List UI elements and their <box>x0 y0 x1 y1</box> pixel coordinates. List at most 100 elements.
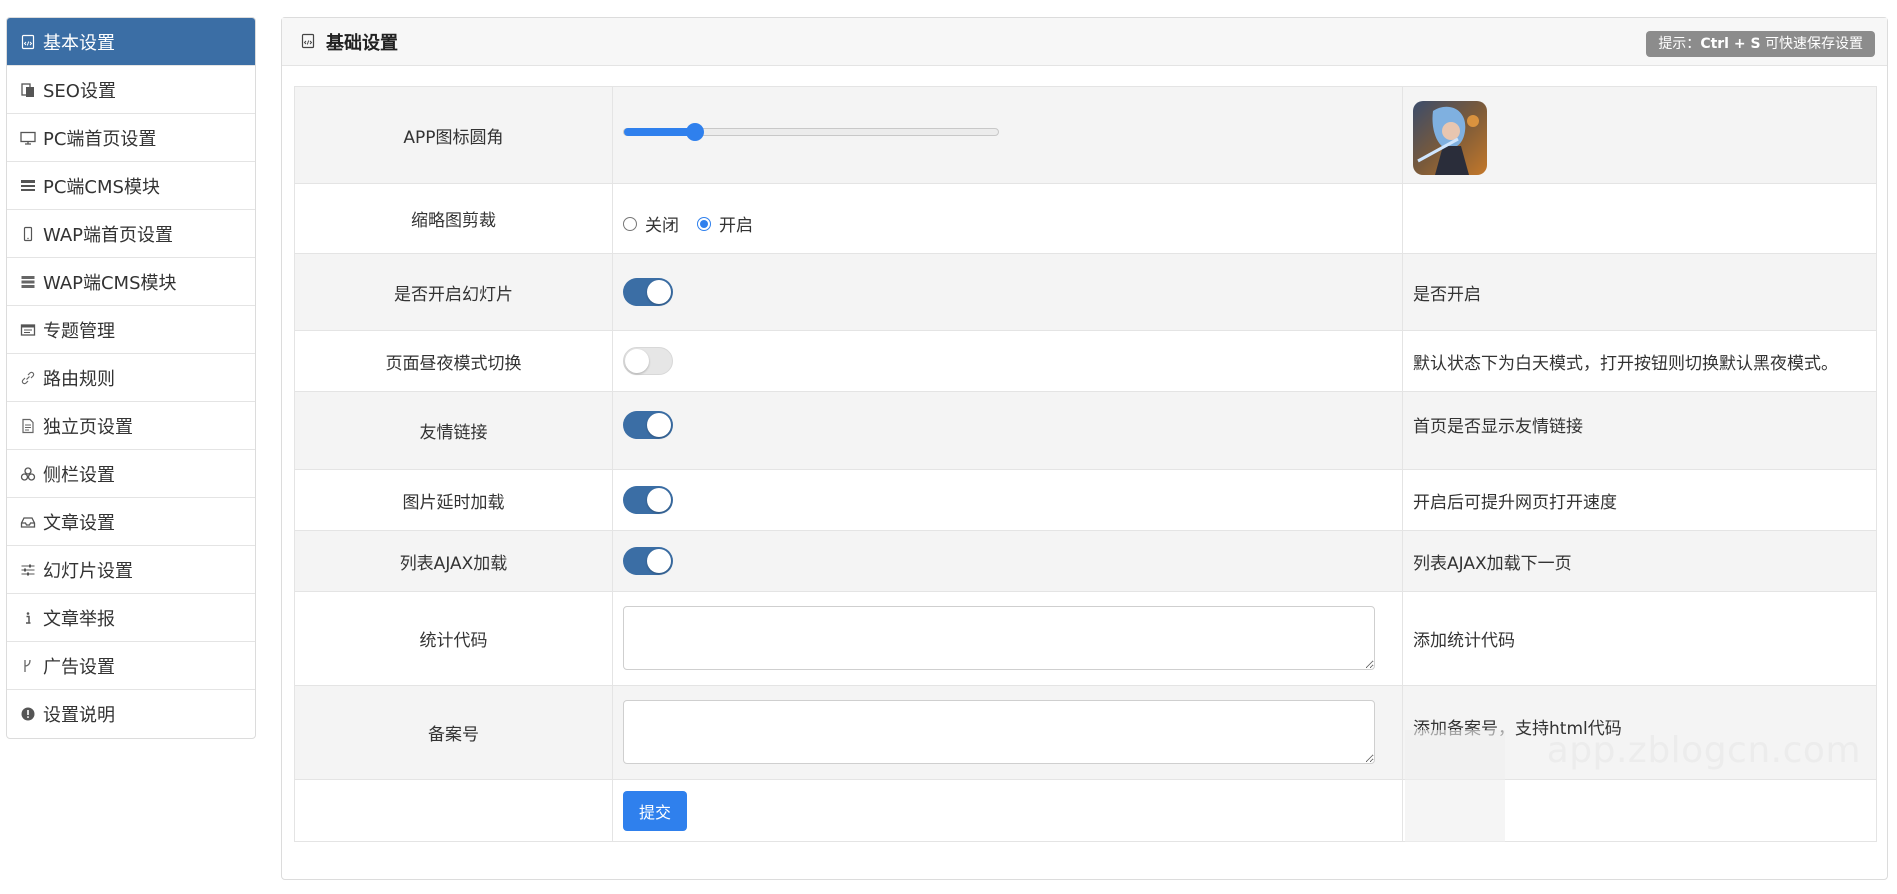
row-note: 是否开启 <box>1402 253 1877 331</box>
row-label: 是否开启幻灯片 <box>294 253 613 331</box>
window-icon <box>19 321 37 339</box>
sidebar-item-label: WAP端首页设置 <box>43 224 173 246</box>
sidebar-item-pages[interactable]: 独立页设置 <box>7 402 255 450</box>
icon-radius-slider[interactable] <box>623 123 999 141</box>
sidebar-item-pc-cms[interactable]: PC端CMS模块 <box>7 162 255 210</box>
sidebar-item-basic-settings[interactable]: 基本设置 <box>7 18 255 66</box>
inbox-icon <box>19 513 37 531</box>
sidebar-item-slides[interactable]: 幻灯片设置 <box>7 546 255 594</box>
radio-crop-on[interactable] <box>697 216 711 231</box>
radio-label-on: 开启 <box>719 216 753 236</box>
save-shortcut-hint: 提示：Ctrl + S 可快速保存设置 <box>1646 31 1875 57</box>
settings-table: APP图标圆角 缩略图剪裁 关闭 开启 是否开启幻灯片 是否开启 页面昼夜模式切… <box>294 86 1877 842</box>
sidebar-item-label: 侧栏设置 <box>43 464 115 486</box>
table-row: 统计代码 添加统计代码 <box>294 591 1877 686</box>
row-label: 统计代码 <box>294 591 613 686</box>
row-control <box>612 330 1403 392</box>
sidebar-item-label: 幻灯片设置 <box>43 560 133 582</box>
sidebar-nav: 基本设置 SEO设置 PC端首页设置 PC端CMS模块 WAP端首页设置 WAP… <box>6 17 256 739</box>
sidebar-item-ads[interactable]: 广告设置 <box>7 642 255 690</box>
row-note: 添加备案号，支持html代码 <box>1402 685 1877 780</box>
slideshow-toggle[interactable] <box>623 278 673 306</box>
row-label: APP图标圆角 <box>294 86 613 184</box>
table-row: 是否开启幻灯片 是否开启 <box>294 253 1877 331</box>
sidebar-item-help[interactable]: 设置说明 <box>7 690 255 738</box>
sidebar-item-label: 文章举报 <box>43 608 115 630</box>
row-control: 提交 <box>612 779 1403 842</box>
lazy-load-toggle[interactable] <box>623 486 673 514</box>
sidebar-item-label: 文章设置 <box>43 512 115 534</box>
exclamation-circle-icon <box>19 705 37 723</box>
row-label: 图片延时加载 <box>294 469 613 531</box>
row-note: 开启后可提升网页打开速度 <box>1402 469 1877 531</box>
sidebar-item-pc-home[interactable]: PC端首页设置 <box>7 114 255 162</box>
toggle-knob <box>625 349 649 373</box>
friend-links-toggle[interactable] <box>623 410 673 439</box>
row-note: 首页是否显示友情链接 <box>1402 391 1877 470</box>
cubes-icon <box>19 465 37 483</box>
sidebar-item-wap-home[interactable]: WAP端首页设置 <box>7 210 255 258</box>
row-note <box>1402 86 1877 184</box>
sidebar-item-routes[interactable]: 路由规则 <box>7 354 255 402</box>
panel-header: 基础设置 提示：Ctrl + S 可快速保存设置 <box>282 18 1887 66</box>
sidebar-item-label: 独立页设置 <box>43 416 133 438</box>
toggle-knob <box>647 549 671 573</box>
row-label: 备案号 <box>294 685 613 780</box>
settings-panel: 基础设置 提示：Ctrl + S 可快速保存设置 APP图标圆角 缩略图剪裁 关… <box>281 17 1888 880</box>
row-label: 页面昼夜模式切换 <box>294 330 613 392</box>
hint-prefix: 提示： <box>1658 36 1701 52</box>
table-row: 页面昼夜模式切换 默认状态下为白天模式，打开按钮则切换默认黑夜模式。 <box>294 330 1877 392</box>
row-control <box>612 253 1403 331</box>
stats-code-textarea[interactable] <box>623 606 1375 670</box>
settings-file-icon <box>19 33 37 51</box>
radio-label-off: 关闭 <box>645 216 679 236</box>
sidebar-item-label: 基本设置 <box>43 32 115 54</box>
toggle-knob <box>647 280 671 304</box>
ajax-list-toggle[interactable] <box>623 547 673 575</box>
sidebar-item-label: SEO设置 <box>43 80 116 102</box>
row-note: 列表AJAX加载下一页 <box>1402 530 1877 592</box>
sidebar-item-reports[interactable]: 文章举报 <box>7 594 255 642</box>
slider-handle[interactable] <box>686 123 705 141</box>
day-night-toggle[interactable] <box>623 347 673 375</box>
submit-button[interactable]: 提交 <box>623 790 688 831</box>
app-icon-preview <box>1413 101 1487 175</box>
sidebar-item-wap-cms[interactable]: WAP端CMS模块 <box>7 258 255 306</box>
sidebar-item-sidebar-settings[interactable]: 侧栏设置 <box>7 450 255 498</box>
table-row: 列表AJAX加载 列表AJAX加载下一页 <box>294 530 1877 592</box>
toggle-knob <box>647 488 671 512</box>
branch-icon <box>19 657 37 675</box>
row-control <box>612 391 1403 470</box>
toggle-knob <box>647 412 671 437</box>
sidebar-item-label: 专题管理 <box>43 320 115 342</box>
radio-crop-off[interactable] <box>623 216 637 231</box>
row-label: 列表AJAX加载 <box>294 530 613 592</box>
sidebar-item-seo[interactable]: SEO设置 <box>7 66 255 114</box>
row-control <box>612 591 1403 686</box>
sidebar-item-topics[interactable]: 专题管理 <box>7 306 255 354</box>
table-row: 图片延时加载 开启后可提升网页打开速度 <box>294 469 1877 531</box>
row-control: 关闭 开启 <box>612 183 1403 254</box>
row-note <box>1402 183 1877 254</box>
hint-keys: Ctrl + S <box>1700 36 1761 52</box>
panel-title: 基础设置 <box>326 32 398 54</box>
sidebar-item-label: 路由规则 <box>43 368 115 390</box>
row-control <box>612 685 1403 780</box>
row-control <box>612 530 1403 592</box>
sidebar-item-articles[interactable]: 文章设置 <box>7 498 255 546</box>
sidebar-item-label: PC端CMS模块 <box>43 176 160 198</box>
list-icon <box>19 177 37 195</box>
info-icon <box>19 609 37 627</box>
row-label: 友情链接 <box>294 391 613 470</box>
row-note: 添加统计代码 <box>1402 591 1877 686</box>
table-row: 备案号 添加备案号，支持html代码 <box>294 685 1877 780</box>
sidebar-item-label: PC端首页设置 <box>43 128 157 150</box>
settings-file-icon <box>300 33 318 51</box>
table-row: APP图标圆角 <box>294 86 1877 184</box>
sliders-icon <box>19 561 37 579</box>
copy-icon <box>19 81 37 99</box>
icp-textarea[interactable] <box>623 700 1375 764</box>
row-note <box>1402 779 1877 842</box>
table-row: 提交 <box>294 779 1877 842</box>
row-note: 默认状态下为白天模式，打开按钮则切换默认黑夜模式。 <box>1402 330 1877 392</box>
